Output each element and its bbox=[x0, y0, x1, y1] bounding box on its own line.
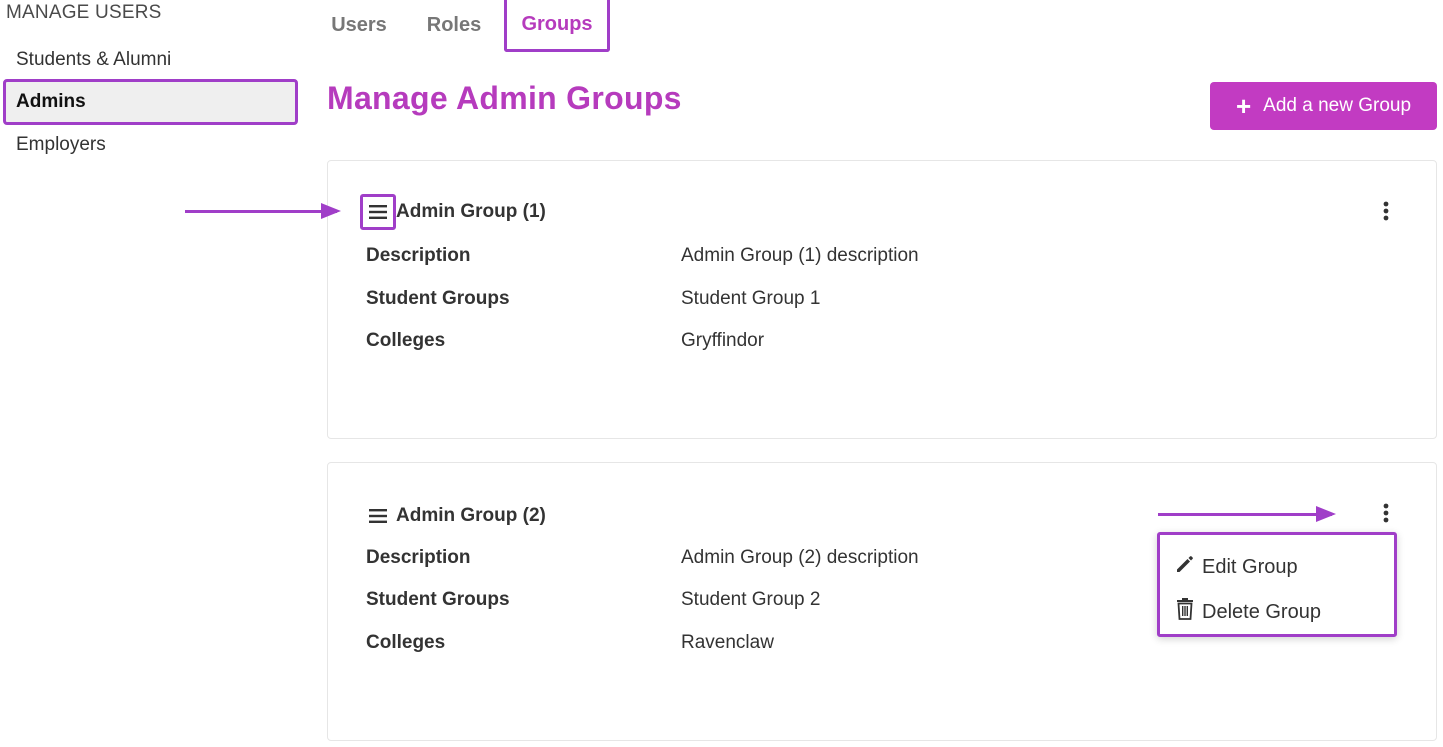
kebab-icon[interactable] bbox=[1378, 500, 1394, 526]
plus-icon: + bbox=[1235, 91, 1252, 121]
sidebar-title: MANAGE USERS bbox=[6, 2, 162, 23]
trash-icon bbox=[1174, 597, 1196, 627]
group-card: Admin Group (1) Description Admin Group … bbox=[327, 160, 1437, 439]
row-key: Description bbox=[366, 245, 471, 266]
tab-users[interactable]: Users bbox=[322, 0, 396, 50]
group-card-header: Admin Group (1) bbox=[360, 194, 546, 230]
row-value: Ravenclaw bbox=[681, 632, 774, 653]
add-group-button[interactable]: + Add a new Group bbox=[1210, 82, 1437, 130]
row-key: Student Groups bbox=[366, 288, 510, 309]
annotation-arrow bbox=[185, 203, 341, 219]
row-value: Student Group 2 bbox=[681, 589, 821, 610]
group-title: Admin Group (2) bbox=[396, 505, 546, 526]
sidebar-item-employers[interactable]: Employers bbox=[4, 123, 297, 167]
pencil-icon bbox=[1174, 553, 1196, 581]
app-root: MANAGE USERS Students & Alumni Admins Em… bbox=[0, 0, 1443, 747]
row-value: Admin Group (2) description bbox=[681, 547, 919, 568]
kebab-icon[interactable] bbox=[1378, 198, 1394, 224]
group-title: Admin Group (1) bbox=[396, 201, 546, 222]
menu-icon[interactable] bbox=[360, 498, 396, 534]
sidebar-item-label: Employers bbox=[16, 134, 106, 155]
edit-group-menu-item[interactable]: Edit Group bbox=[1174, 553, 1298, 581]
row-key: Colleges bbox=[366, 330, 446, 351]
row-key: Colleges bbox=[366, 632, 446, 653]
sidebar-item-label: Admins bbox=[16, 91, 86, 112]
row-value: Student Group 1 bbox=[681, 288, 821, 309]
group-card-header: Admin Group (2) bbox=[360, 498, 546, 534]
sidebar-item-label: Students & Alumni bbox=[16, 49, 172, 70]
delete-group-label: Delete Group bbox=[1202, 600, 1321, 623]
edit-group-label: Edit Group bbox=[1202, 555, 1298, 578]
row-value: Gryffindor bbox=[681, 330, 765, 351]
row-value: Admin Group (1) description bbox=[681, 245, 919, 266]
tab-groups[interactable]: Groups bbox=[504, 0, 610, 52]
menu-icon[interactable] bbox=[360, 194, 396, 230]
delete-group-menu-item[interactable]: Delete Group bbox=[1174, 597, 1321, 627]
row-key: Description bbox=[366, 547, 471, 568]
sidebar-item-admins[interactable]: Admins bbox=[3, 79, 298, 125]
tab-roles[interactable]: Roles bbox=[416, 0, 492, 50]
page-title: Manage Admin Groups bbox=[327, 80, 682, 116]
annotation-arrow bbox=[1158, 506, 1336, 522]
row-key: Student Groups bbox=[366, 589, 510, 610]
sidebar-item-students-alumni[interactable]: Students & Alumni bbox=[4, 38, 297, 82]
group-actions-menu: Edit Group Delete Group bbox=[1157, 532, 1397, 637]
add-group-label: Add a new Group bbox=[1263, 95, 1412, 116]
